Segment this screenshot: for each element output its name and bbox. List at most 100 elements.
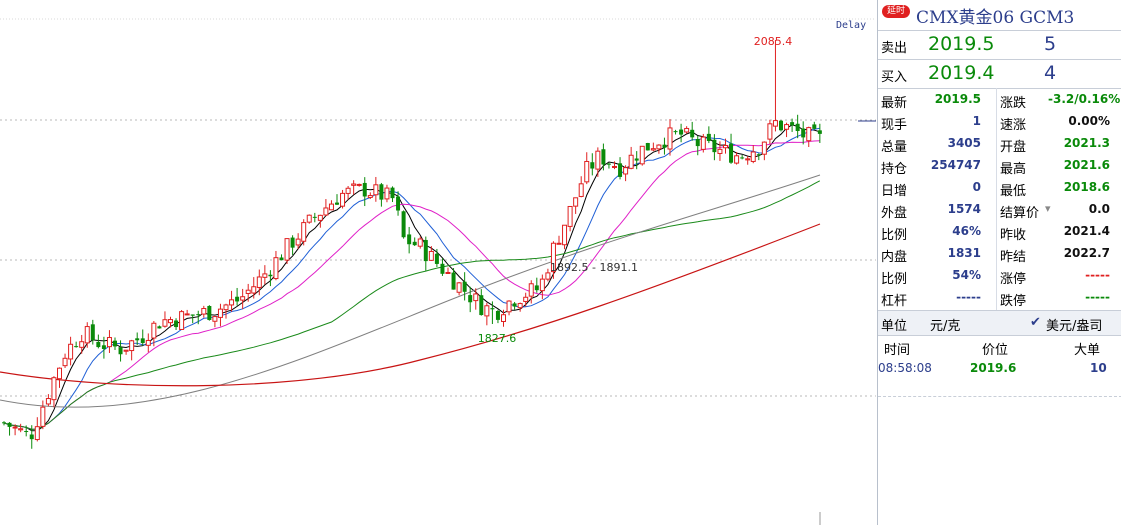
quote-right-label: 开盘 — [1000, 140, 1027, 155]
candle-body — [24, 431, 29, 433]
quote-left-label: 内盘 — [881, 250, 908, 265]
candle-body — [106, 337, 112, 348]
trades-time-header: 时间 — [884, 343, 911, 358]
candle-body — [151, 322, 157, 339]
ask-price: 2019.5 — [928, 33, 995, 55]
candle-body — [118, 347, 123, 355]
ma60-line — [3, 180, 821, 430]
candle-body — [434, 253, 439, 264]
candle-body — [445, 271, 451, 274]
candle-body — [534, 285, 539, 291]
candle-body — [295, 238, 301, 246]
candle-body — [667, 127, 673, 150]
candle-body — [506, 300, 512, 313]
unit-toggle-usd-oz[interactable]: 美元/盎司 — [1046, 315, 1102, 334]
candle-body — [179, 311, 185, 330]
candle-body — [301, 222, 307, 242]
candle-body — [345, 187, 351, 194]
candle-body — [690, 129, 695, 138]
instrument-title: CMX黄金06 GCM3 — [916, 8, 1075, 28]
candle-body — [312, 216, 317, 218]
candle-body — [662, 144, 667, 148]
candle-body — [262, 273, 268, 278]
candle-body — [212, 316, 218, 322]
candle-body — [684, 127, 690, 133]
candle-body — [229, 299, 235, 306]
unit-value: 元/克 — [930, 319, 961, 334]
candle-body — [734, 155, 740, 164]
quote-left-label: 比例 — [881, 228, 908, 243]
trade-price: 2019.6 — [970, 361, 1017, 375]
candle-body — [468, 295, 473, 303]
candle-body — [68, 343, 74, 360]
quote-right-label: 涨停 — [1000, 272, 1027, 287]
quote-row: 总量 3405 开盘 2021.3 — [878, 133, 1121, 155]
candle-body — [495, 310, 500, 320]
candle-body — [34, 426, 40, 441]
candle-body — [779, 120, 783, 131]
candle-body — [606, 163, 611, 165]
candle-body — [517, 303, 523, 309]
candle-body — [57, 367, 62, 380]
candle-body — [90, 324, 95, 341]
unit-label: 单位 — [881, 319, 908, 334]
trade-size: 10 — [1090, 361, 1107, 375]
quote-right-label: 结算价 — [1000, 206, 1040, 221]
candle-body — [628, 154, 634, 169]
high-price-label: 2085.4 — [754, 35, 793, 48]
candle-body — [217, 308, 223, 318]
candle-body — [806, 127, 812, 142]
delay-badge: 延时 — [882, 5, 911, 18]
candles — [2, 40, 822, 449]
candle-body — [756, 154, 761, 156]
quote-right-value: 2021.4 — [1063, 224, 1110, 238]
chevron-down-icon[interactable]: ▾ — [1045, 202, 1051, 215]
candle-body — [801, 128, 806, 138]
candle-body — [123, 349, 129, 352]
candle-body — [335, 202, 339, 205]
candle-body — [62, 357, 68, 367]
quote-left-value: 1 — [972, 114, 981, 128]
candle-body — [729, 143, 734, 163]
candle-body — [528, 283, 534, 297]
candle-body — [723, 144, 728, 149]
candlestick-svg[interactable]: 2085.4 1827.6 1892.5 - 1891.1 — [0, 0, 876, 525]
ma20-line — [3, 140, 820, 430]
candle-body — [401, 211, 406, 238]
candle-body — [18, 428, 24, 431]
candle-body — [412, 241, 417, 246]
quote-left-value: 46% — [952, 224, 981, 238]
candle-body — [174, 320, 179, 328]
quote-right-value: 2021.6 — [1063, 158, 1110, 172]
candle-body — [79, 341, 85, 348]
candle-body — [712, 139, 717, 153]
quote-right-value: 2018.6 — [1063, 180, 1110, 194]
candle-body — [473, 293, 479, 302]
trades-header: 时间 价位 大单 — [878, 336, 1121, 358]
candle-body — [129, 340, 135, 352]
candle-body — [695, 139, 700, 147]
kline-chart[interactable]: 2085.4 1827.6 1892.5 - 1891.1 Delay — [0, 0, 876, 525]
candle-body — [717, 148, 723, 154]
quote-left-label: 最新 — [881, 96, 908, 111]
quote-row: 杠杆 ----- 跌停 ----- — [878, 287, 1121, 309]
candle-body — [623, 167, 629, 175]
candle-body — [601, 149, 606, 165]
checkmark-icon: ✔ — [1030, 315, 1041, 330]
candle-body — [512, 303, 517, 307]
candle-body — [584, 160, 590, 183]
candle-body — [390, 187, 395, 199]
candle-body — [96, 341, 101, 348]
bid-price: 2019.4 — [928, 62, 995, 84]
candle-body — [573, 197, 579, 207]
quote-left-label: 比例 — [881, 272, 908, 287]
candle-body — [45, 398, 51, 405]
candle-body — [618, 163, 623, 177]
candle-body — [240, 296, 246, 301]
candle-body — [273, 257, 279, 280]
candle-body — [539, 278, 545, 292]
candle-body — [567, 205, 573, 227]
candle-body — [462, 281, 467, 292]
candle-body — [817, 130, 822, 134]
candle-body — [184, 313, 190, 316]
